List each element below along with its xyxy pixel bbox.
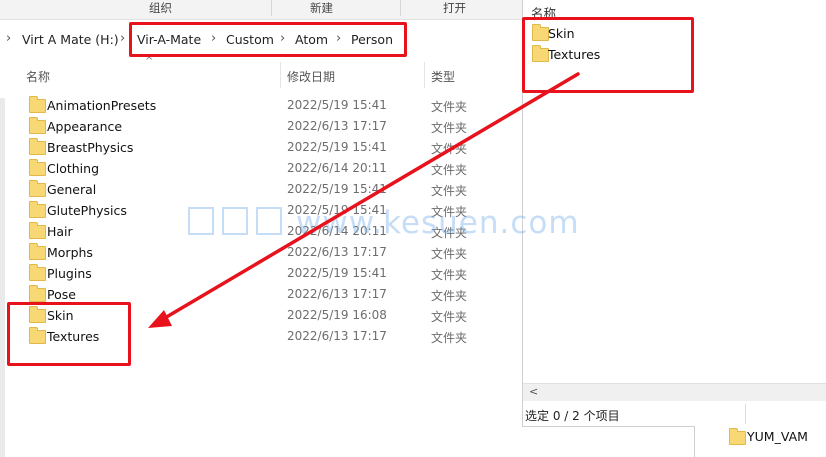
annotation-arrow	[148, 72, 580, 328]
arrow-head	[148, 310, 172, 328]
arrow-shaft	[156, 72, 580, 324]
